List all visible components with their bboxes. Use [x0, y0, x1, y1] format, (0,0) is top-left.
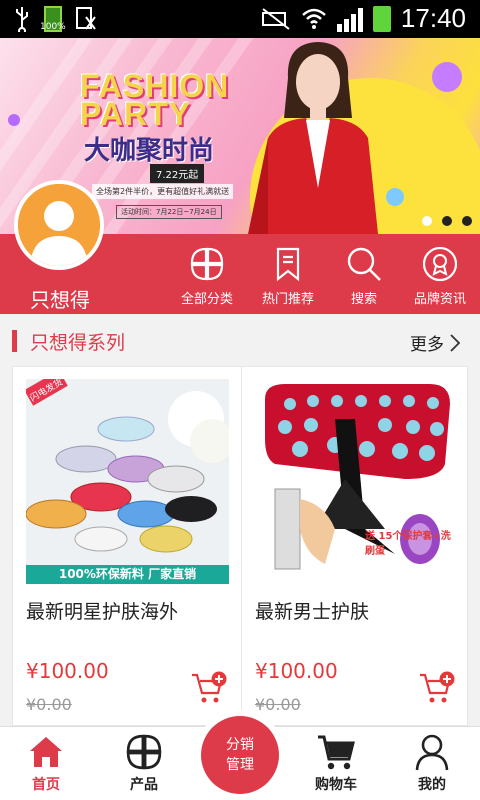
banner-promo-line: 全场第2件半价，更有超值好礼满就送 [92, 184, 234, 199]
product-title[interactable]: 最新明星护肤海外 [26, 597, 178, 624]
image-caption: 送 15个保护套+洗刷蛋 [365, 531, 451, 557]
product-card[interactable]: 闪电发货 100%环保新料 厂家直销 最新明星护肤海外 ¥100.00 ¥0.0… [13, 367, 241, 725]
tab-home-label: 首页 [32, 777, 60, 793]
banner-headline-en-2: PARTY [80, 96, 192, 132]
distribution-management-button[interactable]: 分销 管理 [195, 710, 285, 800]
nav-hot-recommend[interactable]: 热门推荐 [253, 246, 323, 307]
product-grid: 闪电发货 100%环保新料 厂家直销 最新明星护肤海外 ¥100.00 ¥0.0… [12, 366, 468, 726]
product-price: ¥100.00 [255, 659, 338, 683]
product-old-price: ¥0.00 [26, 695, 72, 714]
fab-label-line1: 分销 [226, 737, 254, 753]
user-icon [415, 734, 449, 771]
avatar[interactable] [14, 180, 104, 270]
nav-brand-news[interactable]: 品牌资讯 [405, 246, 475, 307]
nav-brand-news-label: 品牌资讯 [413, 292, 466, 307]
grid-icon [190, 247, 224, 281]
nav-search[interactable]: 搜索 [329, 246, 399, 307]
fab-label-line2: 管理 [226, 757, 254, 773]
battery-small-icon: 100% [40, 6, 66, 32]
model-illustration [248, 42, 378, 234]
user-avatar-icon [18, 184, 100, 266]
carousel-dots [422, 216, 472, 226]
mute-icon [261, 7, 290, 30]
battery-icon [372, 5, 391, 32]
status-bar: 100% 17:40 [0, 0, 480, 38]
nav-hot-recommend-label: 热门推荐 [261, 292, 314, 307]
bookmark-icon [276, 247, 300, 282]
usb-icon [16, 7, 28, 32]
tab-home[interactable]: 首页 [6, 733, 86, 794]
product-old-price: ¥0.00 [255, 695, 301, 714]
search-icon [347, 247, 381, 281]
banner-promo-date: 活动时间：7月22日~7月24日 [116, 205, 222, 219]
award-icon [422, 246, 458, 282]
carousel-dot[interactable] [462, 216, 472, 226]
wifi-icon [302, 8, 326, 29]
product-price: ¥100.00 [26, 659, 109, 683]
tab-cart-label: 购物车 [315, 777, 357, 793]
nav-all-categories[interactable]: 全部分类 [172, 246, 242, 307]
carousel-dot[interactable] [442, 216, 452, 226]
tab-products[interactable]: 产品 [104, 733, 184, 794]
nav-all-categories-label: 全部分类 [180, 292, 233, 307]
tab-profile[interactable]: 我的 [392, 733, 472, 794]
section-accent-bar [12, 330, 17, 352]
tab-cart[interactable]: 购物车 [296, 733, 376, 794]
sim-icon [76, 7, 96, 30]
cart-icon [318, 735, 355, 770]
carousel-dot[interactable] [422, 216, 432, 226]
product-image[interactable]: 送 15个保护套+洗刷蛋 [255, 379, 458, 584]
cosmetic-jars-image [26, 379, 229, 584]
nav-search-label: 搜索 [350, 292, 377, 307]
tab-products-label: 产品 [130, 777, 158, 793]
banner-headline-cn: 大咖聚时尚 [84, 136, 215, 166]
add-to-cart-icon[interactable] [191, 671, 227, 705]
chevron-right-icon [450, 333, 460, 352]
product-title[interactable]: 最新男士护肤 [255, 597, 369, 624]
more-label: 更多 [410, 335, 444, 355]
signal-icon [336, 6, 363, 32]
grid-icon [126, 734, 162, 770]
more-link[interactable]: 更多 [410, 330, 460, 355]
image-caption: 100%环保新料 厂家直销 [58, 567, 197, 581]
battery-small-label: 100% [40, 22, 66, 32]
banner-headline-en: FASHION PARTY [80, 70, 229, 132]
product-image[interactable]: 闪电发货 100%环保新料 厂家直销 [26, 379, 229, 584]
add-to-cart-icon[interactable] [419, 671, 455, 705]
section-title: 只想得系列 [30, 332, 126, 354]
home-icon [30, 737, 62, 767]
fab-circle[interactable]: 分销 管理 [201, 716, 279, 794]
section-header: 只想得系列 更多 [0, 314, 480, 366]
user-name: 只想得 [30, 288, 90, 312]
tab-profile-label: 我的 [418, 777, 446, 793]
banner-date-tag: 7.22元起 [150, 164, 205, 183]
clock: 17:40 [400, 3, 466, 33]
product-card[interactable]: 送 15个保护套+洗刷蛋 最新男士护肤 ¥100.00 ¥0.00 [241, 367, 469, 725]
